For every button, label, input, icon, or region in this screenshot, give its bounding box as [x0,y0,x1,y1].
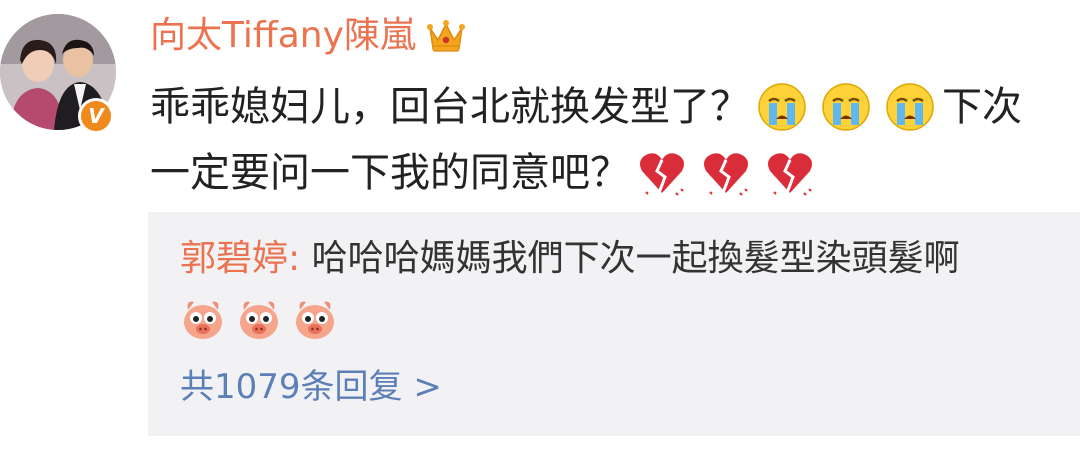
avatar-container[interactable]: V [0,14,120,134]
broken-heart-icon [700,147,752,199]
crown-icon [426,18,466,54]
cheering-pig-icon [184,301,222,339]
comment-line-1: 乖乖媳妇儿，回台北就换发型了？ 下次 [150,74,1050,140]
reply-panel[interactable]: 郭碧婷: 哈哈哈媽媽我們下次一起換髮型染頭髮啊 共1079条回复 > [148,212,1080,436]
comment-text: 乖乖媳妇儿，回台北就换发型了？ 下次 一定要问一下我的同意吧？ [150,74,1050,206]
comment-text-segment: 下次 [942,84,1022,130]
cheering-pig-icon [240,301,278,339]
reply-author-link[interactable]: 郭碧婷: [180,238,300,279]
reply-emoji-row [180,296,338,344]
crying-face-icon [820,81,872,133]
broken-heart-icon [636,147,688,199]
reply-text: 哈哈哈媽媽我們下次一起換髮型染頭髮啊 [311,238,960,279]
comment-text-segment: 乖乖媳妇儿，回台北就换发型了？ [150,84,750,130]
comment-text-segment: 一定要问一下我的同意吧？ [150,150,630,196]
broken-heart-icon [764,147,816,199]
reply-item: 郭碧婷: 哈哈哈媽媽我們下次一起換髮型染頭髮啊 [180,234,960,284]
crying-face-icon [756,81,808,133]
username-link[interactable]: 向太Tiffany陳嵐 [150,12,416,60]
comment-header: 向太Tiffany陳嵐 [150,12,466,60]
view-all-replies-link[interactable]: 共1079条回复 > [180,362,442,412]
crying-face-icon [884,81,936,133]
comment-line-2: 一定要问一下我的同意吧？ [150,140,1050,206]
verified-badge-icon: V [78,98,114,134]
weibo-comment: V 向太Tiffany陳嵐 乖乖媳妇儿，回台北就换发型了？ 下次 一定要问一下我… [0,0,1080,456]
cheering-pig-icon [296,301,334,339]
